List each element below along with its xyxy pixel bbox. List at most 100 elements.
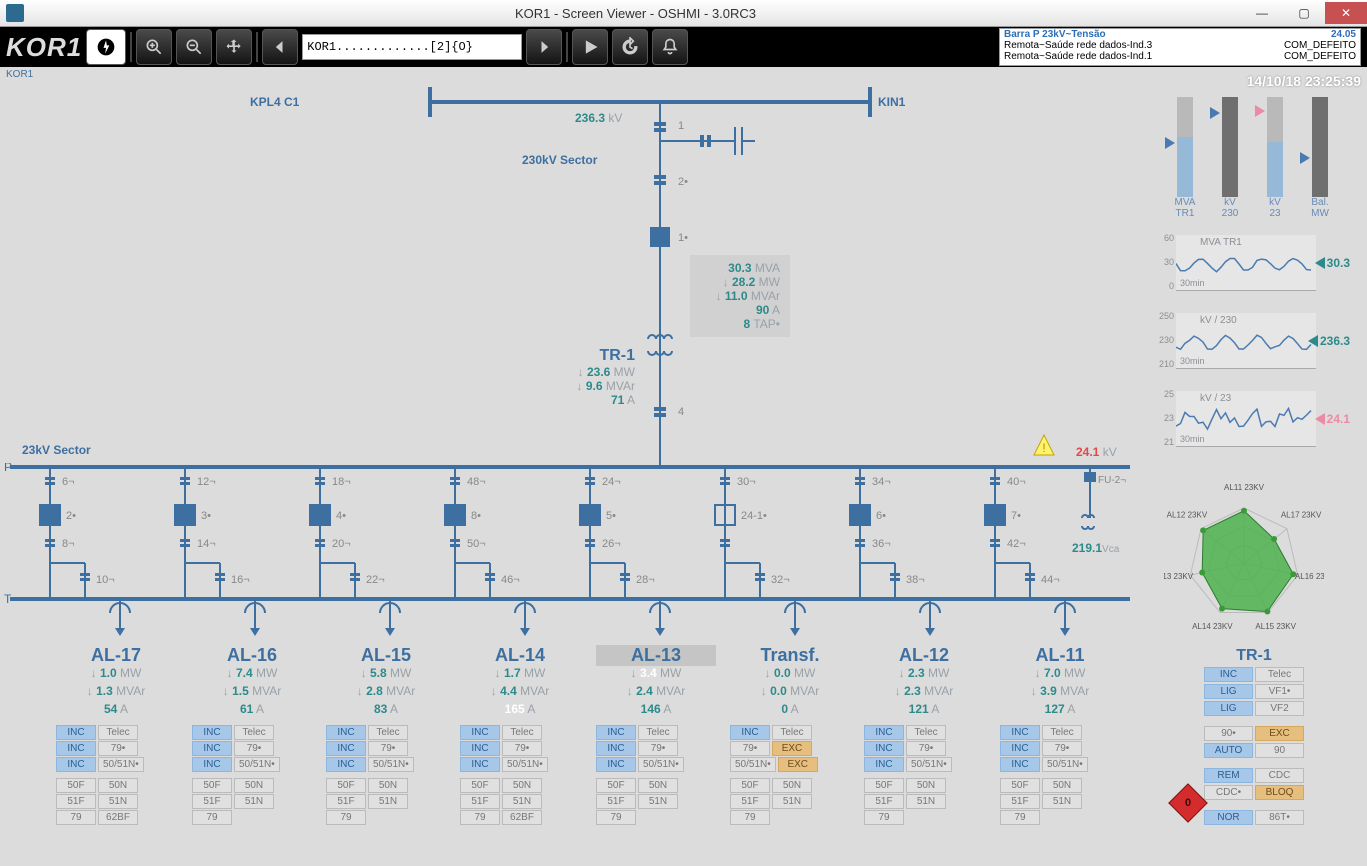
svg-text:4•: 4•: [336, 510, 346, 522]
svg-text:34¬: 34¬: [872, 476, 891, 488]
clock: 14/10/18 23:25:39: [1247, 73, 1361, 89]
svg-text:38¬: 38¬: [906, 574, 925, 586]
alarm-button[interactable]: [652, 29, 688, 65]
svg-text:26¬: 26¬: [602, 538, 621, 550]
trend-MVA TR1[interactable]: 60 30 0 MVA TR1 30min 30.3: [1176, 235, 1316, 291]
svg-text:16¬: 16¬: [231, 574, 250, 586]
vca-value[interactable]: 219.1Vca: [1072, 541, 1119, 555]
feeder-AL-14[interactable]: AL-14 ↓ 1.7 MW ↓ 4.4 MVAr 165 A INCTelec…: [460, 645, 580, 826]
next-button[interactable]: [526, 29, 562, 65]
feeder-AL-17[interactable]: AL-17 ↓ 1.0 MW ↓ 1.3 MVAr 54 A INCTelecI…: [56, 645, 176, 826]
tr1-row[interactable]: CDC•BLOQ: [1204, 785, 1304, 800]
window-titlebar: KOR1 - Screen Viewer - OSHMI - 3.0RC3 — …: [0, 0, 1367, 27]
svg-text:14¬: 14¬: [197, 538, 216, 550]
feeder-AL-13[interactable]: AL-13 ↓ 3.4 MW ↓ 2.4 MVAr 146 A INCTelec…: [596, 645, 716, 826]
svg-text:44¬: 44¬: [1041, 574, 1060, 586]
tr1-left-values[interactable]: TR-1 ↓ 23.6 MW ↓ 9.6 MVAr 71 A: [545, 347, 635, 407]
kv23-value[interactable]: 24.1 kV: [1076, 445, 1117, 459]
svg-text:20¬: 20¬: [332, 538, 351, 550]
svg-text:18¬: 18¬: [332, 476, 351, 488]
tr1-status-title: TR-1: [1204, 647, 1304, 665]
feeder-AL-16[interactable]: AL-16 ↓ 7.4 MW ↓ 1.5 MVAr 61 A INCTelecI…: [192, 645, 312, 826]
gauge-kV-230[interactable]: kV230: [1215, 97, 1245, 219]
warning-icon[interactable]: !: [1032, 433, 1056, 457]
history-button[interactable]: [612, 29, 648, 65]
tr1-row[interactable]: LIGVF1•: [1204, 684, 1304, 699]
maximize-button[interactable]: ▢: [1283, 2, 1325, 24]
svg-text:40¬: 40¬: [1007, 476, 1026, 488]
feeder-Transf.[interactable]: Transf. ↓ 0.0 MW ↓ 0.0 MVAr 0 A INCTelec…: [730, 645, 850, 826]
svg-text:1: 1: [678, 120, 684, 132]
trend-kV / 230[interactable]: 250 230 210 kV / 230 30min 236.3: [1176, 313, 1316, 369]
sector23-label: 23kV Sector: [22, 443, 91, 457]
close-button[interactable]: ✕: [1325, 2, 1367, 24]
app-icon: [6, 4, 24, 22]
tr1-box[interactable]: 30.3 MVA ↓ 28.2 MW ↓ 11.0 MVAr 90 A 8 TA…: [690, 255, 790, 337]
alarm-panel[interactable]: Barra P 23kV~Tensão24.05Remota~Saúde red…: [999, 28, 1361, 66]
svg-text:AL14 23KV: AL14 23KV: [1192, 622, 1233, 631]
alarm-diamond[interactable]: 0: [1174, 789, 1202, 817]
svg-text:AL12 23KV: AL12 23KV: [1167, 510, 1208, 519]
tr1-row[interactable]: NOR86T•: [1204, 810, 1304, 825]
svg-text:8¬: 8¬: [62, 538, 75, 550]
busbar-230-svg: 1 2• 1• 4: [0, 67, 1140, 467]
svg-text:!: !: [1042, 441, 1045, 455]
feeder-AL-11[interactable]: AL-11 ↓ 7.0 MW ↓ 3.9 MVAr 127 A INCTelec…: [1000, 645, 1120, 826]
svg-text:6¬: 6¬: [62, 476, 75, 488]
svg-text:6•: 6•: [876, 510, 886, 522]
svg-text:3•: 3•: [201, 510, 211, 522]
kv230-value[interactable]: 236.3 kV: [575, 111, 622, 125]
svg-text:1•: 1•: [678, 232, 688, 244]
svg-text:50¬: 50¬: [467, 538, 486, 550]
kpl4-label: KPL4 C1: [250, 95, 299, 109]
feeder-AL-12[interactable]: AL-12 ↓ 2.3 MW ↓ 2.3 MVAr 121 A INCTelec…: [864, 645, 984, 826]
window-title: KOR1 - Screen Viewer - OSHMI - 3.0RC3: [30, 6, 1241, 21]
svg-text:7•: 7•: [1011, 510, 1021, 522]
minimize-button[interactable]: —: [1241, 2, 1283, 24]
tr1-row[interactable]: LIGVF2: [1204, 701, 1304, 716]
svg-text:AL16 23KV: AL16 23KV: [1295, 572, 1324, 581]
toolbar: KOR1 Barra P 23kV~Tensão24.05Remota~Saúd…: [0, 27, 1367, 67]
svg-text:AL17 23KV: AL17 23KV: [1281, 510, 1322, 519]
logo-icon[interactable]: [86, 29, 126, 65]
tr1-row[interactable]: REMCDC: [1204, 768, 1304, 783]
svg-text:42¬: 42¬: [1007, 538, 1026, 550]
busbar-23-svg: P T 6¬ 2• 8¬ 10¬ 12¬ 3• 14¬ 16¬: [0, 463, 1140, 663]
sector230-label: 230kV Sector: [522, 153, 597, 167]
kin1-label: KIN1: [878, 95, 905, 109]
pan-button[interactable]: [216, 29, 252, 65]
zoom-in-button[interactable]: [136, 29, 172, 65]
svg-text:28¬: 28¬: [636, 574, 655, 586]
svg-text:36¬: 36¬: [872, 538, 891, 550]
station-label: KOR1: [6, 32, 82, 63]
svg-text:2•: 2•: [66, 510, 76, 522]
svg-text:8•: 8•: [471, 510, 481, 522]
gauge-MVA-TR1[interactable]: MVATR1: [1170, 97, 1200, 219]
svg-text:48¬: 48¬: [467, 476, 486, 488]
screen-select[interactable]: [302, 34, 522, 60]
svg-text:32¬: 32¬: [771, 574, 790, 586]
svg-text:12¬: 12¬: [197, 476, 216, 488]
svg-text:AL15 23KV: AL15 23KV: [1255, 622, 1296, 631]
svg-text:4: 4: [678, 406, 684, 418]
diagram: KOR1 14/10/18 23:25:39 1 2• 1• 4 KP: [0, 67, 1367, 866]
tr1-status-panel: TR-1 INCTelec LIGVF1• LIGVF2 90•EXC AUTO90 RE…: [1204, 647, 1304, 827]
radar-chart[interactable]: AL11 23KVAL17 23KVAL16 23KVAL15 23KVAL14…: [1164, 483, 1324, 643]
svg-text:24¬: 24¬: [602, 476, 621, 488]
tr1-row[interactable]: INCTelec: [1204, 667, 1304, 682]
svg-text:AL13 23KV: AL13 23KV: [1164, 572, 1194, 581]
svg-text:46¬: 46¬: [501, 574, 520, 586]
zoom-out-button[interactable]: [176, 29, 212, 65]
tr1-row[interactable]: 90•EXC: [1204, 726, 1304, 741]
svg-text:5•: 5•: [606, 510, 616, 522]
gauge-kV-23[interactable]: kV23: [1260, 97, 1290, 219]
gauge-Bal.-MW[interactable]: Bal.MW: [1305, 97, 1335, 219]
svg-text:22¬: 22¬: [366, 574, 385, 586]
tr1-row[interactable]: AUTO90: [1204, 743, 1304, 758]
play-button[interactable]: [572, 29, 608, 65]
trend-kV / 23[interactable]: 25 23 21 kV / 23 30min 24.1: [1176, 391, 1316, 447]
prev-button[interactable]: [262, 29, 298, 65]
feeder-AL-15[interactable]: AL-15 ↓ 5.8 MW ↓ 2.8 MVAr 83 A INCTelecI…: [326, 645, 446, 826]
svg-text:10¬: 10¬: [96, 574, 115, 586]
svg-text:24-1•: 24-1•: [741, 510, 767, 522]
